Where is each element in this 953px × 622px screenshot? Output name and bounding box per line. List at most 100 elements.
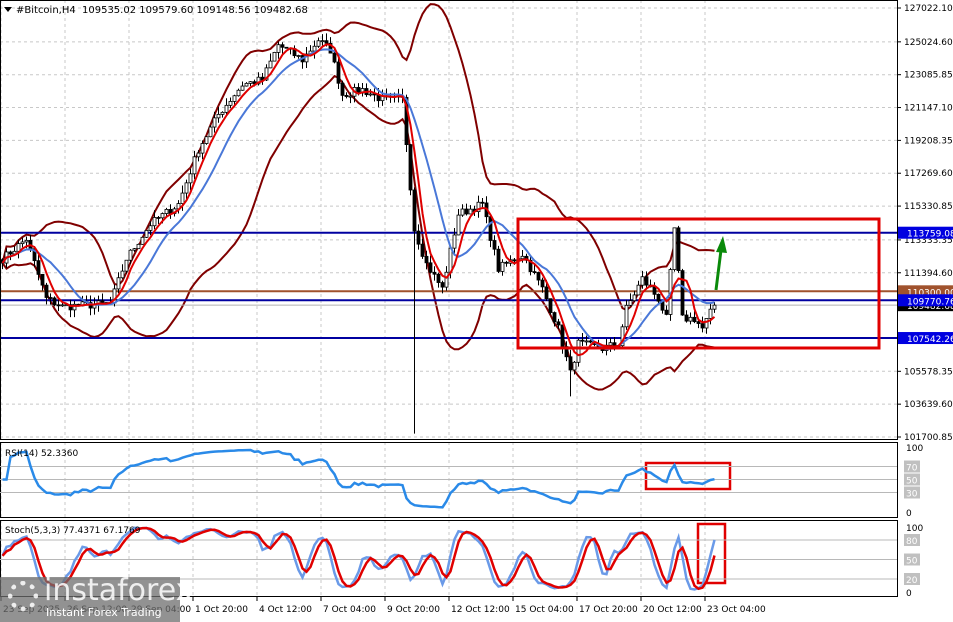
candle-body — [340, 82, 345, 96]
candle-body — [48, 297, 53, 299]
candle-body — [324, 40, 329, 44]
candle-body — [644, 276, 649, 286]
candle-body — [228, 100, 233, 106]
price-axis: 127022.10 125024.60 123085.85 121147.10 1192… — [897, 0, 953, 597]
candle-body — [56, 304, 61, 307]
candle-body — [116, 277, 121, 290]
price-tick-label: 101700.85 — [904, 433, 953, 443]
candle — [156, 215, 161, 224]
candle-body — [16, 243, 21, 252]
candle — [220, 111, 225, 118]
stoch-level-label: 20 — [906, 576, 918, 586]
candle-body — [416, 230, 421, 245]
price-tick-label: 115330.85 — [904, 202, 953, 212]
candle — [296, 54, 301, 59]
candle-body — [536, 272, 541, 281]
candle-body — [576, 339, 581, 363]
symbol-dropdown-icon[interactable] — [4, 7, 12, 12]
candle-body — [240, 85, 245, 91]
candle — [576, 338, 581, 367]
candle-body — [156, 217, 161, 219]
candle-body — [316, 40, 321, 47]
candle — [492, 235, 497, 256]
candle-body — [692, 316, 697, 323]
candle — [68, 299, 73, 318]
candle — [272, 51, 277, 62]
price-tick-label: 105578.35 — [904, 367, 953, 377]
candle-body — [208, 126, 213, 138]
candle-body — [532, 271, 537, 273]
candle — [500, 259, 505, 276]
candle — [416, 224, 421, 250]
candle-body — [428, 262, 433, 273]
level-label: 113759.08 — [907, 230, 953, 240]
candle-body — [152, 217, 157, 227]
candle-body — [180, 192, 185, 204]
candle-body — [424, 256, 429, 264]
candle — [504, 260, 509, 267]
candle — [236, 88, 241, 97]
candle-body — [320, 40, 325, 43]
candle-body — [348, 95, 353, 98]
candle-body — [432, 271, 437, 275]
stoch-bound-label: 100 — [906, 524, 923, 534]
candle — [52, 296, 57, 307]
candle-body — [468, 208, 473, 215]
level-label: 109770.76 — [907, 297, 953, 307]
candle-body — [544, 286, 549, 300]
candle-body — [200, 143, 205, 154]
candle-body — [128, 249, 133, 261]
candle-body — [500, 261, 505, 272]
candle — [136, 243, 141, 250]
candle — [476, 195, 481, 218]
candle — [116, 272, 121, 294]
chart-symbol: #Bitcoin,H4 — [16, 5, 76, 16]
candle-body — [144, 230, 149, 238]
candle-body — [552, 312, 557, 323]
candle — [280, 42, 285, 54]
candle-body — [332, 52, 337, 63]
candle — [316, 37, 321, 48]
candle — [672, 227, 677, 272]
candle-body — [676, 227, 681, 272]
price-tick-label: 125024.60 — [904, 38, 953, 48]
candle-body — [272, 52, 277, 62]
candle-body — [444, 271, 449, 288]
candle-body — [408, 144, 413, 191]
candle-body — [236, 89, 241, 97]
candle-body — [344, 94, 349, 97]
candle-body — [608, 342, 613, 346]
candle-body — [712, 304, 717, 310]
ohlc-readout: 109535.02 109579.60 109148.56 109482.68 — [82, 5, 308, 16]
candle-body — [688, 316, 693, 322]
candle — [684, 310, 689, 323]
time-tick-label: 7 Oct 04:00 — [323, 605, 376, 615]
candle-body — [8, 251, 13, 255]
candle-body — [40, 273, 45, 286]
candle — [204, 136, 209, 145]
candle — [456, 209, 461, 236]
candle-body — [20, 241, 25, 245]
candle-body — [224, 104, 229, 113]
candle-body — [296, 55, 301, 57]
candle-body — [628, 300, 633, 306]
candle-body — [160, 213, 165, 219]
candle-body — [100, 300, 105, 303]
candle — [680, 268, 685, 316]
stoch-label: Stoch(5,3,3) 77.4371 67.1769 — [5, 526, 141, 536]
candle-body — [636, 284, 641, 296]
candle-body — [60, 304, 65, 307]
candle-body — [212, 117, 217, 128]
candle — [184, 179, 189, 199]
candle — [372, 88, 377, 102]
candle — [340, 80, 345, 102]
candle-body — [184, 182, 189, 194]
candle-body — [312, 45, 317, 52]
range-box — [516, 217, 881, 350]
time-tick-label: 4 Oct 12:00 — [259, 605, 312, 615]
candle-body — [24, 239, 29, 243]
candle-body — [480, 201, 485, 204]
candle — [228, 97, 233, 109]
rsi-level-label: 30 — [906, 490, 918, 500]
candle — [364, 83, 369, 97]
